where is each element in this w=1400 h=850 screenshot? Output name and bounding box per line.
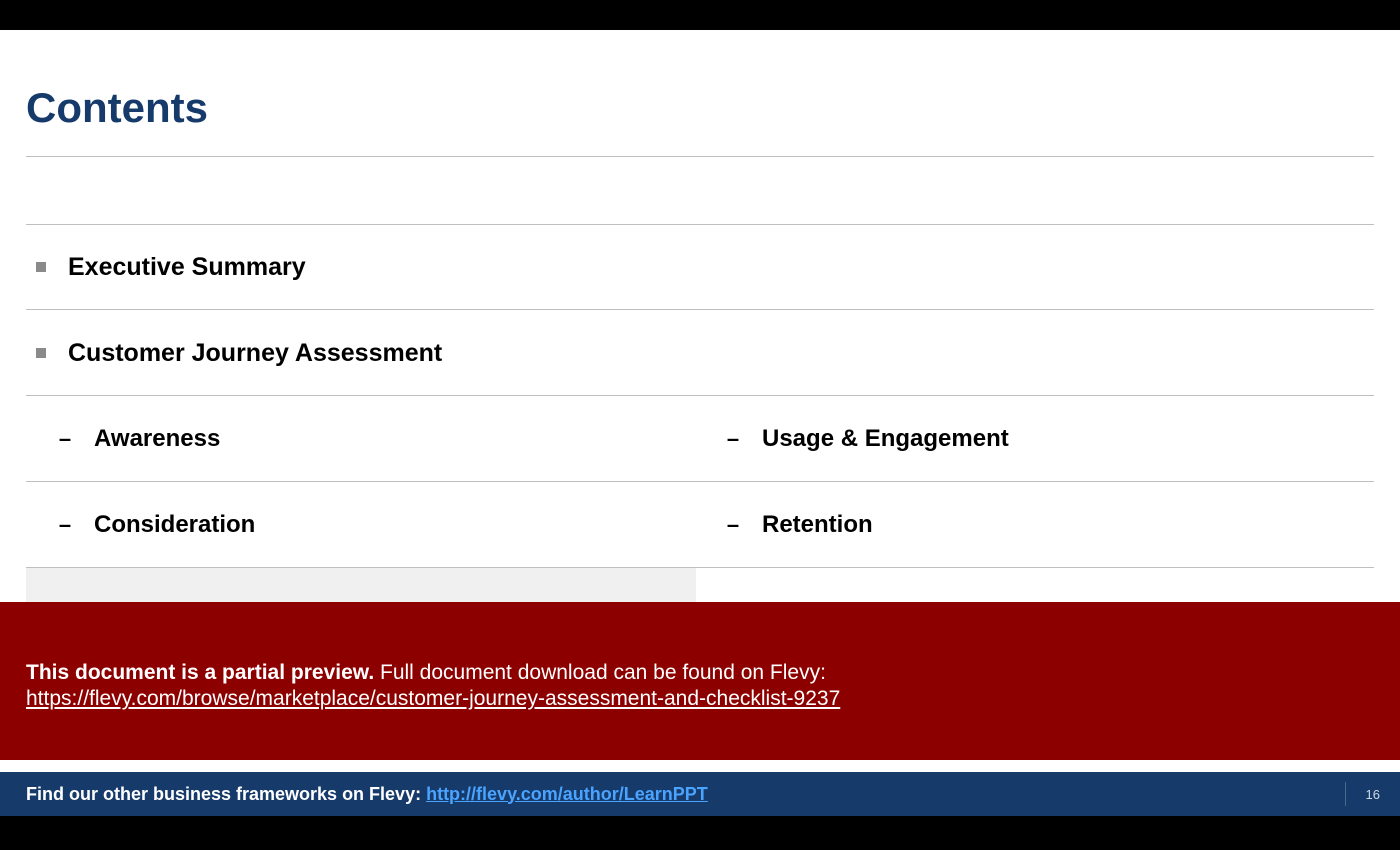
- contents-subitem-label: Usage & Engagement: [762, 425, 1009, 453]
- page-title: Contents: [26, 84, 208, 132]
- preview-banner-link[interactable]: https://flevy.com/browse/marketplace/cus…: [26, 687, 840, 711]
- contents-subitem-retention: – Retention: [726, 482, 1366, 568]
- slide-footer: Find our other business frameworks on Fl…: [0, 772, 1400, 816]
- preview-banner: This document is a partial preview. Full…: [0, 602, 1400, 760]
- dash-bullet-icon: –: [726, 512, 740, 538]
- dash-bullet-icon: –: [58, 426, 72, 452]
- contents-subitem-consideration: – Consideration: [58, 482, 678, 568]
- contents-item-label: Customer Journey Assessment: [68, 339, 442, 368]
- slide-body: Contents Executive Summary Customer Jour…: [0, 30, 1400, 816]
- contents-item-label: Executive Summary: [68, 253, 306, 282]
- contents-subitem-label: Consideration: [94, 511, 255, 539]
- contents-row-cja: Customer Journey Assessment: [26, 310, 1374, 396]
- contents-subitem-label: Awareness: [94, 425, 220, 453]
- preview-banner-bold: This document is a partial preview.: [26, 661, 374, 684]
- footer-divider: [1345, 782, 1346, 806]
- square-bullet-icon: [36, 262, 46, 272]
- footer-text: Find our other business frameworks on Fl…: [26, 784, 708, 805]
- preview-banner-text: This document is a partial preview. Full…: [26, 660, 1374, 685]
- footer-text-label: Find our other business frameworks on Fl…: [26, 784, 426, 804]
- slide-stage: Contents Executive Summary Customer Jour…: [0, 0, 1400, 850]
- contents-row-exec: Executive Summary: [26, 224, 1374, 310]
- contents-item-exec: Executive Summary: [36, 224, 676, 310]
- contents-row-sub1: – Awareness – Usage & Engagement: [26, 396, 1374, 482]
- contents-row-sub2: – Consideration – Retention: [26, 482, 1374, 568]
- preview-banner-rest: Full document download can be found on F…: [374, 661, 826, 684]
- dash-bullet-icon: –: [726, 426, 740, 452]
- contents-item-cja: Customer Journey Assessment: [36, 310, 676, 396]
- contents-subitem-label: Retention: [762, 511, 873, 539]
- contents-subitem-usage: – Usage & Engagement: [726, 396, 1366, 482]
- dash-bullet-icon: –: [58, 512, 72, 538]
- footer-link[interactable]: http://flevy.com/author/LearnPPT: [426, 784, 708, 804]
- page-number: 16: [1366, 787, 1380, 802]
- contents-subitem-awareness: – Awareness: [58, 396, 678, 482]
- title-divider: [26, 156, 1374, 157]
- square-bullet-icon: [36, 348, 46, 358]
